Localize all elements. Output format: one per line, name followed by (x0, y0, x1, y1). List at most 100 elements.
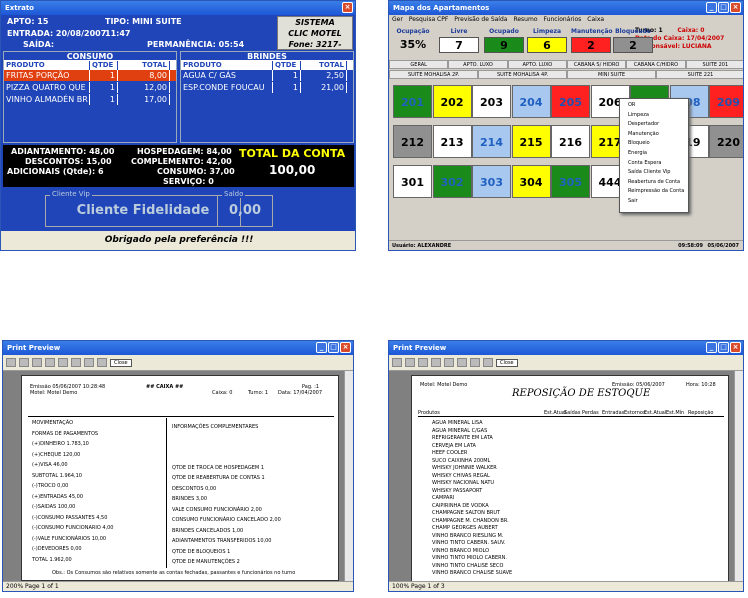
table-row: VINHO BRANCO RIESLING M. (432, 532, 504, 539)
context-menu-item[interactable]: OR (622, 101, 686, 111)
room-cell[interactable]: 202 (432, 85, 472, 118)
print-icon[interactable] (84, 358, 94, 367)
first-page-icon[interactable] (32, 358, 42, 367)
page-icon[interactable] (392, 358, 402, 367)
adicionais: ADICIONAIS (Qtde): 6 (7, 167, 104, 176)
menu-item[interactable]: Previsão de Saída (454, 15, 507, 25)
close-icon[interactable]: × (730, 342, 741, 353)
tab[interactable]: MINI SUITE (567, 70, 656, 79)
room-cell[interactable]: 212 (393, 125, 432, 158)
status-box: Livre 7 (439, 28, 479, 56)
column-header: Saídas (564, 410, 581, 416)
next-page-icon[interactable] (58, 358, 68, 367)
tab[interactable]: SUITE MOHALISA 4P. (478, 70, 567, 79)
minimize-icon[interactable]: _ (706, 342, 717, 353)
context-menu-item[interactable]: Energia (622, 149, 686, 159)
menu-item[interactable]: Funcionários (544, 15, 582, 25)
room-cell[interactable]: 216 (551, 125, 590, 158)
close-icon[interactable]: × (340, 342, 351, 353)
close-button[interactable]: Close (496, 358, 518, 367)
tab[interactable]: APTO. LUXO (507, 60, 567, 69)
close-button[interactable]: Close (110, 358, 132, 367)
adiantamento: ADIANTAMENTO: 48,00 (11, 147, 115, 156)
minimize-icon[interactable]: _ (316, 342, 327, 353)
prev-page-icon[interactable] (45, 358, 55, 367)
complemento: COMPLEMENTO: 42,00 (131, 157, 232, 166)
context-menu-item[interactable]: Sair (622, 197, 686, 207)
save-icon[interactable] (97, 358, 107, 367)
menu-item[interactable]: Caixa (587, 15, 604, 25)
context-menu-item[interactable]: Saída Cliente Vip (622, 168, 686, 178)
report-line: VALE CONSUMO FUNCIONÁRIO 2,00 (172, 506, 262, 513)
room-cell[interactable]: 203 (472, 85, 511, 118)
table-row[interactable]: PIZZA QUATRO QUE 1 12,00 (4, 82, 176, 94)
room-cell[interactable]: 215 (511, 125, 551, 158)
divider (166, 418, 167, 568)
menu-item[interactable]: Resumo (513, 15, 537, 25)
menu-item[interactable]: Ger (392, 15, 403, 25)
table-row[interactable]: FRITAS PORÇÃO 1 8,00 (4, 70, 176, 82)
maximize-icon[interactable]: □ (718, 2, 729, 13)
next-page-icon[interactable] (444, 358, 454, 367)
room-cell[interactable]: 209 (709, 85, 743, 118)
room-cell[interactable]: 204 (511, 85, 551, 118)
entrada: ENTRADA: 20/08/2007 (7, 29, 107, 38)
menu-item[interactable]: Pesquisa CPF (409, 15, 448, 25)
context-menu-item[interactable]: Bloqueio (622, 139, 686, 149)
zoom-icon[interactable] (405, 358, 415, 367)
last-page-icon[interactable] (457, 358, 467, 367)
context-menu-item[interactable]: Reabertura de Conta (622, 178, 686, 188)
scrollbar[interactable] (344, 371, 353, 583)
context-menu-item[interactable]: Limpeza (622, 111, 686, 121)
room-cell[interactable]: 214 (472, 125, 511, 158)
close-icon[interactable]: × (342, 2, 353, 13)
scrollbar[interactable] (734, 371, 743, 583)
save-icon[interactable] (483, 358, 493, 367)
status-box: Ocupado 9 (484, 28, 524, 56)
preview-titlebar: Print Preview _ □ × (3, 341, 353, 355)
cell: 1 (90, 94, 118, 105)
tab[interactable]: CABANA C/HIDRO (626, 60, 686, 69)
room-cell[interactable]: 304 (511, 165, 551, 198)
status-label: Livre (450, 28, 468, 35)
page-icon[interactable] (6, 358, 16, 367)
maximize-icon[interactable]: □ (328, 342, 339, 353)
first-page-icon[interactable] (418, 358, 428, 367)
room-cell[interactable]: 302 (432, 165, 472, 198)
context-menu-item[interactable]: Conta Espera (622, 159, 686, 169)
room-cell[interactable]: 213 (432, 125, 472, 158)
tab[interactable]: GERAL (389, 60, 449, 69)
time: 09:58:09 (678, 243, 703, 249)
room-cell[interactable]: 205 (551, 85, 590, 118)
cell: 1 (90, 82, 118, 93)
close-icon[interactable]: × (730, 2, 741, 13)
table-row[interactable]: AGUA C/ GÁS 1 2,50 (181, 70, 353, 82)
context-menu-item[interactable]: Manutenção (622, 130, 686, 140)
motel-name: Motel: Motel Demo (30, 390, 78, 396)
print-icon[interactable] (470, 358, 480, 367)
zoom-icon[interactable] (19, 358, 29, 367)
tab[interactable]: SUITE 221 (656, 70, 743, 79)
tab[interactable]: CABANA S/ HIDRO (566, 60, 627, 69)
table-row[interactable]: ESP.CONDE FOUCAU 1 21,00 (181, 82, 353, 94)
tab[interactable]: APTO. LUXO (448, 60, 508, 69)
maximize-icon[interactable]: □ (718, 342, 729, 353)
room-cell[interactable]: 220 (709, 125, 743, 158)
context-menu-item[interactable]: Reimpressão da Conta (622, 187, 686, 197)
tab[interactable]: SUITE 201 (685, 60, 743, 69)
consumo-title: CONSUMO (4, 52, 176, 61)
vip-label: Cliente Vip (50, 190, 92, 198)
col-total: TOTAL (301, 61, 347, 70)
table-row[interactable]: VINHO ALMADÉN BR 1 17,00 (4, 94, 176, 106)
context-menu-item[interactable]: Despertador (622, 120, 686, 130)
tab[interactable]: SUITE MOHALISA 2P. (389, 70, 478, 79)
last-page-icon[interactable] (71, 358, 81, 367)
room-cell[interactable]: 301 (393, 165, 432, 198)
room-cell[interactable]: 201 (393, 85, 432, 118)
room-cell[interactable]: 303 (472, 165, 511, 198)
prev-page-icon[interactable] (431, 358, 441, 367)
minimize-icon[interactable]: _ (706, 2, 717, 13)
table-row: CHAMPAGNE SALTON BRUT (432, 510, 501, 516)
preview-toolbar: Close (3, 355, 353, 371)
room-cell[interactable]: 305 (551, 165, 590, 198)
